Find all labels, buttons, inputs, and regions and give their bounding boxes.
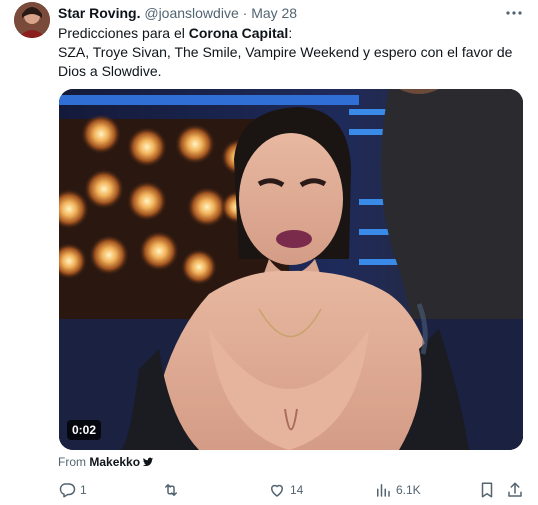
share-button[interactable] xyxy=(506,478,524,502)
avatar[interactable] xyxy=(14,2,50,38)
video-duration: 0:02 xyxy=(67,420,102,440)
share-icon xyxy=(506,481,524,499)
reply-count: 1 xyxy=(80,483,87,497)
attribution-name[interactable]: Makekko xyxy=(89,455,140,469)
like-count: 14 xyxy=(290,483,304,497)
verified-bird-icon xyxy=(142,456,154,472)
views-button[interactable]: 6.1K xyxy=(374,478,421,502)
tweet: Star Roving. @joanslowdive · May 28 Pred… xyxy=(0,0,538,505)
reply-icon xyxy=(58,481,76,499)
retweet-icon xyxy=(162,481,180,499)
separator-dot: · xyxy=(242,5,248,21)
like-button[interactable]: 14 xyxy=(268,478,303,502)
video-frame xyxy=(59,89,523,450)
tweet-text-colon: : xyxy=(288,25,293,41)
tweet-text-bold: Corona Capital xyxy=(188,25,289,41)
views-icon xyxy=(374,481,392,499)
display-name[interactable]: Star Roving. xyxy=(58,5,140,21)
tweet-text: Predicciones para el Corona Capital: SZA… xyxy=(58,24,518,81)
views-count: 6.1K xyxy=(396,483,421,497)
user-handle[interactable]: @joanslowdive xyxy=(144,5,238,21)
tweet-date[interactable]: May 28 xyxy=(251,5,297,21)
tweet-text-line2: SZA, Troye Sivan, The Smile, Vampire Wee… xyxy=(58,44,513,79)
retweet-button[interactable] xyxy=(162,478,184,502)
video-attribution: From Makekko xyxy=(58,454,154,472)
like-icon xyxy=(268,481,286,499)
video-player[interactable]: 0:02 xyxy=(59,89,523,450)
bookmark-icon xyxy=(478,481,496,499)
tweet-header: Star Roving. @joanslowdive · May 28 xyxy=(58,4,297,22)
more-icon[interactable] xyxy=(504,4,524,22)
attribution-prefix: From xyxy=(58,455,86,469)
reply-button[interactable]: 1 xyxy=(58,478,87,502)
bookmark-button[interactable] xyxy=(478,478,496,502)
tweet-text-intro: Predicciones para el xyxy=(58,25,189,41)
tweet-actions: 1 14 6.1K xyxy=(58,478,526,502)
